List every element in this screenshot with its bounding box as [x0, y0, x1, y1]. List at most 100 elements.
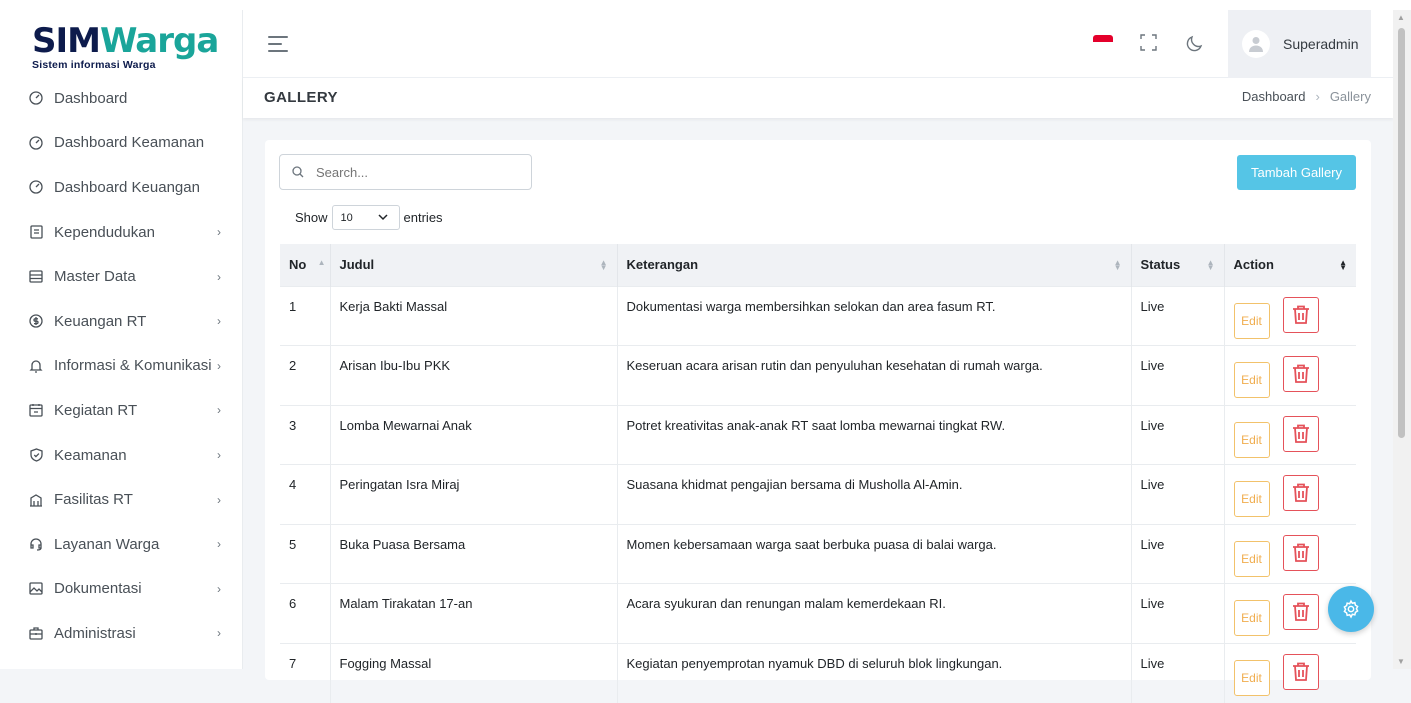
cell-judul: Arisan Ibu-Ibu PKK [330, 345, 618, 405]
sort-icon: ▲ ▼ [1113, 257, 1122, 272]
column-header-label: No [289, 257, 307, 273]
cell-action: Edit [1224, 464, 1356, 524]
sidebar-item-dokumentasi[interactable]: Dokumentasi › [0, 567, 243, 612]
cell-judul: Lomba Mewarnai Anak [330, 404, 618, 465]
chevron-right-icon: › [217, 448, 221, 463]
sidebar-item-informasi-komunikasi[interactable]: Informasi & Komunikasi › [0, 344, 243, 389]
chevron-right-icon: › [217, 581, 221, 596]
menu-toggle-icon[interactable] [268, 36, 288, 52]
user-menu[interactable]: Superadmin [1228, 10, 1371, 78]
sort-icon: ▲ ▼ [599, 257, 608, 272]
sidebar: SIMWarga Sistem informasi Warga Dashboar… [0, 10, 243, 669]
sidebar-item-kependudukan[interactable]: Kependudukan › [0, 210, 243, 255]
sidebar-item-administrasi[interactable]: Administrasi › [0, 611, 243, 656]
table-row: 4 Peringatan Isra Miraj Suasana khidmat pe… [280, 464, 1356, 524]
sidebar-item-label: Dokumentasi [54, 580, 142, 598]
delete-button[interactable] [1282, 296, 1319, 333]
edit-button[interactable]: Edit [1233, 659, 1270, 696]
cell-no: 1 [280, 285, 331, 346]
delete-button[interactable] [1282, 356, 1319, 392]
cell-keterangan: Suasana khidmat pengajian bersama di Mus… [617, 464, 1132, 524]
show-label: Show [295, 210, 328, 225]
column-header-no[interactable]: No ▲ [280, 244, 331, 286]
gallery-table: No ▲ Judul ▲ ▼ Keterangan ▲ ▼ Status ▲ ▼ Action ▲ ▼ … [280, 244, 1356, 703]
edit-button[interactable]: Edit [1233, 600, 1270, 636]
cell-no: 5 [280, 523, 331, 584]
dark-mode-icon[interactable] [1185, 33, 1205, 53]
edit-button[interactable]: Edit [1233, 421, 1270, 458]
table-row: 3 Lomba Mewarnai Anak Potret kreativitas a… [280, 404, 1356, 465]
search-input[interactable] [316, 164, 516, 180]
sidebar-item-dashboard[interactable]: Dashboard [0, 76, 243, 121]
sidebar-item-keamanan[interactable]: Keamanan › [0, 433, 243, 478]
sort-icon: ▲ ▼ [1206, 257, 1215, 272]
cell-no: 3 [280, 404, 331, 465]
sidebar-item-label: Administrasi [54, 624, 136, 642]
search-box[interactable] [279, 154, 532, 190]
edit-button[interactable]: Edit [1233, 481, 1270, 517]
brand-logo[interactable]: SIMWarga Sistem informasi Warga [32, 24, 222, 78]
scrollbar-thumb[interactable] [1398, 28, 1405, 438]
cell-keterangan: Momen kebersamaan warga saat berbuka pua… [617, 523, 1132, 584]
sidebar-item-kegiatan-rt[interactable]: Kegiatan RT › [0, 388, 243, 433]
sidebar-item-label: Kegiatan RT [54, 401, 138, 419]
page-scrollbar[interactable]: ▲ ▼ [1393, 10, 1411, 669]
page-header-bar: GALLERY Dashboard › Gallery [243, 78, 1393, 118]
delete-button[interactable] [1282, 653, 1319, 690]
edit-button[interactable]: Edit [1233, 302, 1270, 339]
column-header-status[interactable]: Status ▲ ▼ [1131, 244, 1225, 286]
database-icon [29, 270, 43, 284]
chevron-right-icon: › [217, 537, 221, 552]
sidebar-item-keuangan-rt[interactable]: Keuangan RT › [0, 299, 243, 344]
edit-button[interactable]: Edit [1233, 540, 1270, 577]
column-header-label: Keterangan [626, 257, 699, 273]
brand-name: SIMWarga [32, 24, 222, 58]
language-flag-icon[interactable] [1093, 35, 1113, 49]
delete-button[interactable] [1282, 534, 1319, 571]
page-title: GALLERY [264, 89, 338, 106]
trash-icon [1292, 305, 1310, 325]
sort-asc-icon: ▲ [317, 257, 326, 267]
cell-status: Live [1131, 404, 1225, 465]
table-body: 1 Kerja Bakti Massal Dokumentasi warga mem… [280, 285, 1356, 703]
sidebar-item-dashboard-keamanan[interactable]: Dashboard Keamanan [0, 121, 243, 166]
chevron-down-icon [378, 214, 388, 221]
add-gallery-button[interactable]: Tambah Gallery [1237, 155, 1356, 190]
sidebar-item-fasilitas-rt[interactable]: Fasilitas RT › [0, 477, 243, 522]
cell-action: Edit [1224, 404, 1356, 465]
column-header-keterangan[interactable]: Keterangan ▲ ▼ [617, 244, 1132, 286]
trash-icon [1292, 364, 1310, 384]
cell-no: 7 [280, 642, 331, 703]
sidebar-item-dashboard-keuangan[interactable]: Dashboard Keuangan [0, 165, 243, 210]
entries-select[interactable]: 10 [331, 205, 400, 230]
sidebar-item-layanan-warga[interactable]: Layanan Warga › [0, 522, 243, 567]
cell-keterangan: Acara syukuran dan renungan malam kemerd… [617, 583, 1132, 643]
delete-button[interactable] [1282, 475, 1319, 511]
sidebar-item-master-data[interactable]: Master Data › [0, 254, 243, 299]
cell-action: Edit [1224, 523, 1356, 584]
column-header-action[interactable]: Action ▲ ▼ [1224, 244, 1356, 286]
column-header-label: Action [1233, 257, 1274, 273]
fullscreen-icon[interactable] [1140, 34, 1157, 51]
shield-icon [29, 448, 43, 462]
sidebar-item-label: Dashboard Keuangan [54, 178, 200, 196]
trash-icon [1292, 483, 1310, 503]
avatar [1242, 30, 1270, 58]
edit-button[interactable]: Edit [1233, 362, 1270, 398]
breadcrumb-dashboard[interactable]: Dashboard [1242, 89, 1306, 104]
user-name: Superadmin [1283, 36, 1359, 52]
cell-no: 6 [280, 583, 331, 643]
breadcrumb: Dashboard › Gallery [1242, 89, 1371, 104]
delete-button[interactable] [1282, 594, 1319, 630]
cell-no: 2 [280, 345, 331, 405]
column-header-judul[interactable]: Judul ▲ ▼ [330, 244, 618, 286]
delete-button[interactable] [1282, 415, 1319, 452]
briefcase-icon [29, 626, 43, 641]
trash-icon [1292, 602, 1310, 622]
scroll-up-icon[interactable]: ▲ [1397, 13, 1405, 22]
settings-fab[interactable] [1328, 586, 1374, 632]
table-row: 6 Malam Tirakatan 17-an Acara syukuran dan… [280, 583, 1356, 643]
top-header: Superadmin [243, 10, 1393, 78]
scroll-down-icon[interactable]: ▼ [1397, 657, 1405, 666]
cell-action: Edit [1224, 285, 1356, 346]
